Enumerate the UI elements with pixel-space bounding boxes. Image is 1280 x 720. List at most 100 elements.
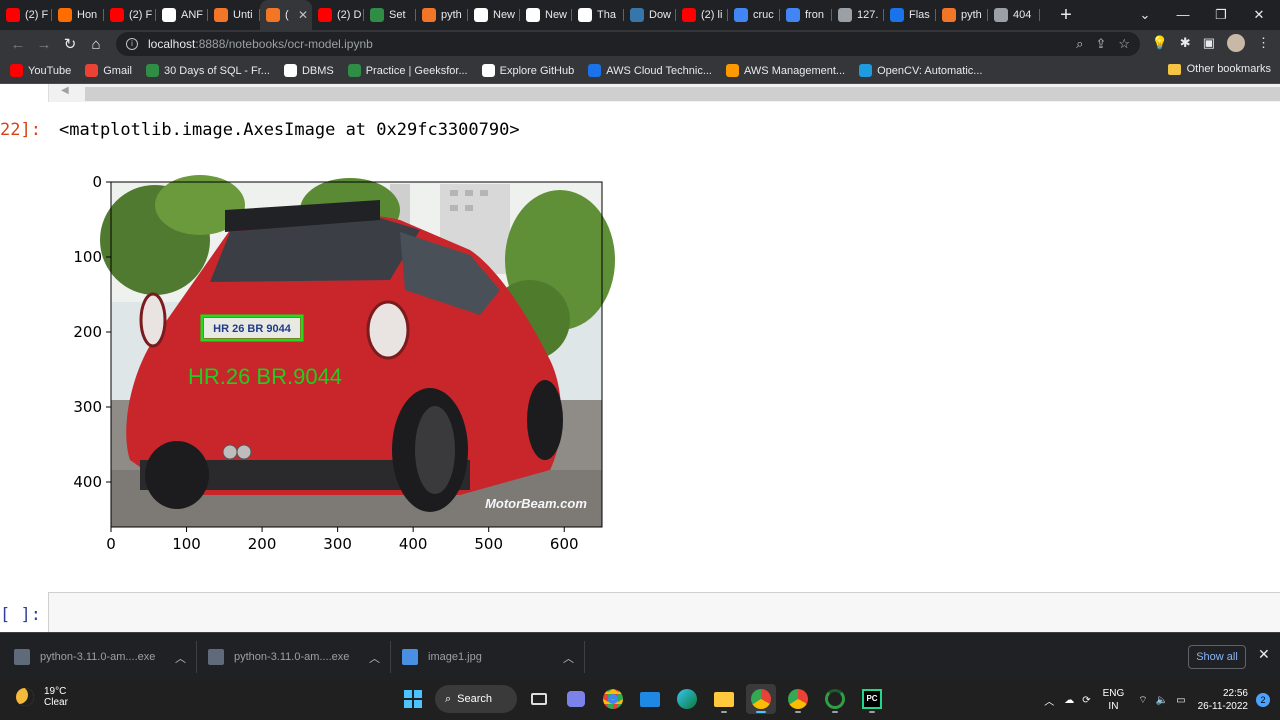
address-bar[interactable]: i localhost:8888/notebooks/ocr-model.ipy… xyxy=(116,32,1140,56)
browser-tab[interactable]: 404 xyxy=(988,0,1040,30)
wifi-icon[interactable]: ⌔ xyxy=(1138,694,1147,707)
volume-icon[interactable]: 🔈 xyxy=(1156,695,1168,706)
back-arrow-icon[interactable]: ← xyxy=(5,36,31,53)
zoom-icon[interactable]: ⌕ xyxy=(1076,36,1083,52)
output-prompt: 22]: xyxy=(0,120,41,140)
tab-title: Tha xyxy=(597,9,616,21)
close-shelf-icon[interactable]: ✕ xyxy=(1258,646,1270,663)
scrollbar-thumb[interactable] xyxy=(85,87,1280,101)
battery-icon[interactable]: ▭ xyxy=(1176,695,1185,706)
youtube-icon xyxy=(10,64,23,77)
language-indicator[interactable]: ENG IN xyxy=(1103,687,1125,713)
browser-menu-icon[interactable]: ⋮ xyxy=(1257,35,1270,51)
browser-tab[interactable]: New xyxy=(520,0,572,30)
browser-tab[interactable]: (2) D xyxy=(312,0,364,30)
bookmark-item[interactable]: Practice | Geeksfor... xyxy=(347,64,468,77)
taskbar-search-button[interactable]: ⌕ Search xyxy=(435,685,517,713)
download-options-chevron-icon[interactable]: ︿ xyxy=(175,650,186,666)
bookmark-item[interactable]: 30 Days of SQL - Fr... xyxy=(145,64,270,77)
scroll-left-arrow-icon[interactable]: ◀ xyxy=(61,85,69,96)
browser-tab[interactable]: pyth xyxy=(416,0,468,30)
url-text[interactable]: localhost:8888/notebooks/ocr-model.ipynb xyxy=(148,37,373,51)
minimize-button[interactable]: — xyxy=(1164,0,1202,30)
browser-tab[interactable]: fron xyxy=(780,0,832,30)
browser-tab[interactable]: Dow xyxy=(624,0,676,30)
bookmark-item[interactable]: Gmail xyxy=(85,64,132,77)
horizontal-scrollbar[interactable]: ◀ xyxy=(48,84,1280,102)
download-options-chevron-icon[interactable]: ︿ xyxy=(369,650,380,666)
reload-icon[interactable]: ↻ xyxy=(57,35,83,53)
download-options-chevron-icon[interactable]: ︿ xyxy=(563,650,574,666)
start-windows-icon[interactable] xyxy=(398,684,428,714)
other-bookmarks[interactable]: Other bookmarks xyxy=(1167,63,1271,75)
github-icon xyxy=(162,8,176,22)
extension-bulb-icon[interactable]: 💡 xyxy=(1152,35,1168,51)
close-window-button[interactable]: ✕ xyxy=(1240,0,1278,30)
notification-badge[interactable]: 2 xyxy=(1256,693,1270,707)
new-tab-button[interactable]: + xyxy=(1052,0,1080,30)
x-tick-label: 200 xyxy=(248,535,277,553)
weather-widget[interactable]: 19°C Clear xyxy=(16,686,68,708)
home-icon[interactable]: ⌂ xyxy=(83,36,109,53)
download-filename: image1.jpg xyxy=(428,651,482,663)
bookmark-item[interactable]: AWS Cloud Technic... xyxy=(588,64,712,77)
youtube-icon xyxy=(318,8,332,22)
bookmark-item[interactable]: OpenCV: Automatic... xyxy=(859,64,982,77)
browser-tab[interactable]: pyth xyxy=(936,0,988,30)
bookmark-label: AWS Cloud Technic... xyxy=(606,64,712,77)
browser-tab[interactable]: (✕ xyxy=(260,0,312,30)
forward-arrow-icon[interactable]: → xyxy=(31,36,57,53)
show-all-downloads-button[interactable]: Show all xyxy=(1188,645,1246,669)
mail-icon[interactable] xyxy=(635,684,665,714)
maximize-button[interactable]: ❐ xyxy=(1202,0,1240,30)
sync-icon[interactable]: ⟳ xyxy=(1082,695,1090,706)
browser-tab[interactable]: Flas xyxy=(884,0,936,30)
download-item[interactable]: python-3.11.0-am....exe ︿ xyxy=(208,633,380,681)
bookmark-item[interactable]: DBMS xyxy=(283,64,334,77)
browser-tab[interactable]: Hon xyxy=(52,0,104,30)
browser-tab[interactable]: New xyxy=(468,0,520,30)
matplotlib-figure: HR 26 BR 9044 HR.26 BR.9044 MotorBeam.co… xyxy=(73,173,615,553)
browser-tab[interactable]: (2) li xyxy=(676,0,728,30)
bookmark-item[interactable]: Explore GitHub xyxy=(481,64,574,77)
bookmark-star-icon[interactable]: ☆ xyxy=(1118,36,1130,52)
tab-title: ANF xyxy=(181,9,203,21)
chrome-profile-icon[interactable] xyxy=(783,684,813,714)
side-panel-icon[interactable]: ▣ xyxy=(1203,35,1215,51)
bookmark-item[interactable]: YouTube xyxy=(10,64,71,77)
browser-tab[interactable]: 127. xyxy=(832,0,884,30)
file-explorer-icon[interactable] xyxy=(709,684,739,714)
share-icon[interactable]: ⇪ xyxy=(1095,36,1106,52)
tab-title: Flas xyxy=(909,9,930,21)
extensions-puzzle-icon[interactable]: ✱ xyxy=(1180,35,1191,51)
browser-tab[interactable]: cruc xyxy=(728,0,780,30)
close-tab-icon[interactable]: ✕ xyxy=(295,8,308,22)
chrome-active-icon[interactable] xyxy=(746,684,776,714)
browser-tab[interactable]: Unti xyxy=(208,0,260,30)
edge-icon[interactable] xyxy=(672,684,702,714)
browser-tab[interactable]: Set xyxy=(364,0,416,30)
jupyter-icon xyxy=(422,8,436,22)
tab-title: pyth xyxy=(441,9,462,21)
teams-chat-icon[interactable] xyxy=(561,684,591,714)
chrome-icon[interactable] xyxy=(598,684,628,714)
browser-tab[interactable]: (2) F xyxy=(104,0,156,30)
download-item[interactable]: python-3.11.0-am....exe ︿ xyxy=(14,633,186,681)
tray-chevron-up-icon[interactable]: ︿ xyxy=(1044,693,1054,708)
youtube-icon xyxy=(6,8,20,22)
browser-tab[interactable]: Tha xyxy=(572,0,624,30)
profile-avatar[interactable] xyxy=(1227,34,1245,52)
tab-search-chevron-icon[interactable]: ⌄ xyxy=(1126,0,1164,30)
browser-tab[interactable]: ANF xyxy=(156,0,208,30)
pycharm-icon[interactable]: PC xyxy=(857,684,887,714)
clock[interactable]: 22:56 26-11-2022 xyxy=(1198,687,1248,713)
bookmark-item[interactable]: AWS Management... xyxy=(726,64,845,77)
task-view-icon[interactable] xyxy=(524,684,554,714)
tray-app-icon[interactable]: ☁ xyxy=(1064,695,1074,706)
site-info-icon[interactable]: i xyxy=(126,38,138,50)
loading-app-icon[interactable] xyxy=(820,684,850,714)
github-icon xyxy=(526,8,540,22)
browser-tab[interactable]: (2) F xyxy=(0,0,52,30)
empty-code-cell[interactable] xyxy=(48,592,1280,632)
download-item[interactable]: image1.jpg ︿ xyxy=(402,633,574,681)
